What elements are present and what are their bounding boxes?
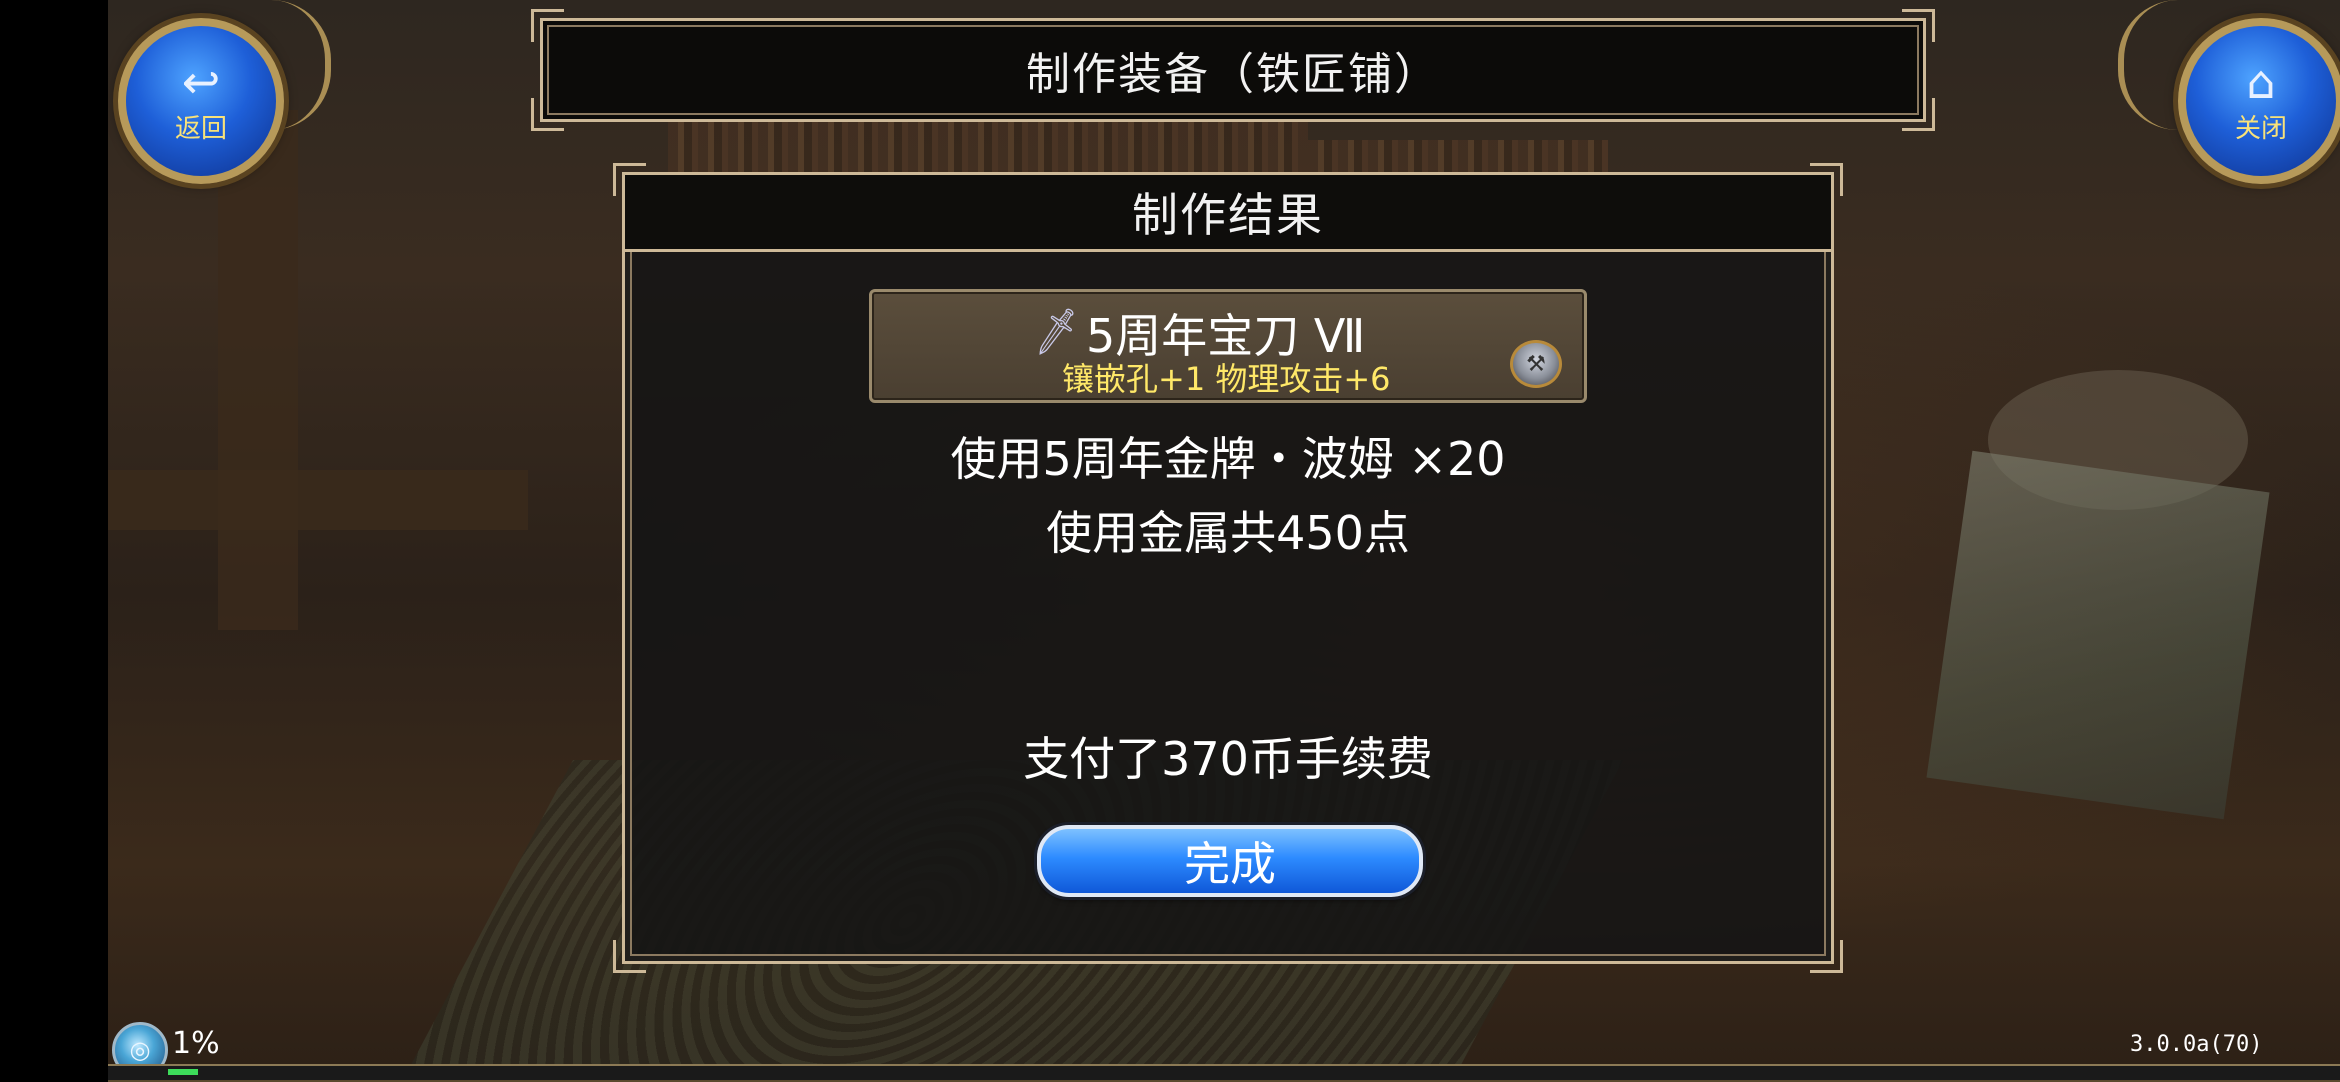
frame-corner: [1902, 9, 1935, 42]
frame-corner: [1902, 98, 1935, 131]
progress-bar-fill: [168, 1069, 198, 1075]
dialog-header: 制作结果: [625, 175, 1831, 252]
frame-corner: [613, 940, 646, 973]
craft-result-dialog: 制作结果 🗡 5周年宝刀 Ⅶ 镶嵌孔+1 物理攻击+6 ⚒ 使用5周年金牌・波姆…: [613, 163, 1843, 973]
version-label: 3.0.0a(70): [2130, 1032, 2263, 1057]
sword-icon: 🗡: [1027, 304, 1086, 359]
frame-corner: [531, 98, 564, 131]
material-used-text: 使用5周年金牌・波姆 ×20: [950, 432, 1506, 486]
wooden-beam: [218, 110, 298, 630]
crafted-item-card: 🗡 5周年宝刀 Ⅶ 镶嵌孔+1 物理攻击+6 ⚒: [869, 289, 1587, 403]
back-button[interactable]: ↩ 返回: [118, 18, 284, 184]
close-button[interactable]: ⌂ 关闭: [2178, 18, 2340, 184]
done-button[interactable]: 完成: [1037, 825, 1423, 897]
home-icon: ⌂: [2246, 54, 2276, 109]
back-arrow-icon: ↩: [181, 54, 221, 109]
dialog-title: 制作结果: [1132, 188, 1324, 242]
page-title-bar: 制作装备（铁匠铺）: [531, 9, 1935, 131]
wooden-counter: [108, 470, 528, 530]
page-title: 制作装备（铁匠铺）: [1026, 49, 1440, 100]
back-button-label: 返回: [174, 113, 227, 144]
metal-used-text: 使用金属共450点: [1046, 506, 1410, 560]
progress-bar: [108, 1064, 2340, 1082]
frame-corner: [531, 9, 564, 42]
progress-percent: 1%: [172, 1026, 220, 1061]
fee-paid-text: 支付了370币手续费: [1023, 732, 1433, 786]
item-stats: 镶嵌孔+1 物理攻击+6: [1062, 360, 1391, 398]
frame-corner: [1810, 940, 1843, 973]
easel-painting: [1926, 450, 2270, 820]
close-button-label: 关闭: [2234, 113, 2287, 144]
anvil-icon: ⚒: [1510, 340, 1562, 388]
